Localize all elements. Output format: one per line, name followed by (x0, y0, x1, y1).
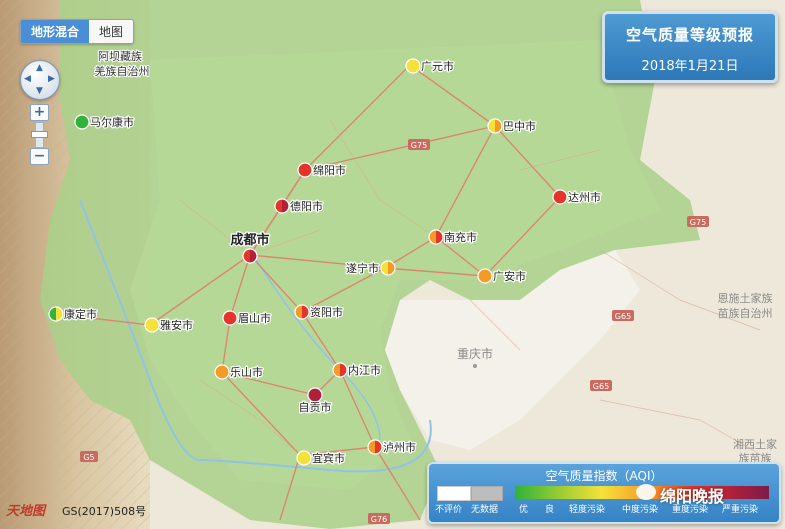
forecast-title: 空气质量等级预报 (625, 26, 754, 44)
region-label-enshi-line1: 恩施土家族 (718, 291, 773, 305)
city-label: 眉山市 (238, 311, 271, 325)
legend-swatch-not-rated (437, 486, 471, 501)
legend-label-light: 轻度污染 (569, 505, 606, 515)
city-label: 内江市 (348, 363, 381, 377)
city-marker[interactable]: 绵阳市 (297, 162, 347, 178)
legend-label-excellent: 优 (519, 505, 529, 515)
forecast-date: 2018年1月21日 (641, 59, 739, 74)
svg-text:G65: G65 (615, 312, 631, 321)
zoom-in-button[interactable]: + (30, 104, 49, 121)
city-label: 绵阳市 (313, 163, 346, 177)
chongqing-marker (473, 364, 477, 368)
legend-swatch-no-data (471, 486, 503, 501)
city-label: 自贡市 (299, 400, 332, 414)
city-label: 遂宁市 (346, 261, 379, 275)
tianditu-logo: 天地图 (6, 504, 46, 519)
city-marker[interactable]: 广安市 (477, 268, 527, 284)
aqi-legend: 空气质量指数（AQI） 不评价 无数据 优 良 轻度污染 中度污染 重度污染 严… (427, 462, 781, 524)
city-marker[interactable]: 康定市 (48, 306, 98, 322)
city-label: 泸州市 (383, 440, 416, 454)
map-type-terrain-button[interactable]: 地形混合 (21, 20, 90, 43)
region-label-aba-line2: 羌族自治州 (95, 64, 150, 78)
zoom-slider-thumb[interactable] (31, 131, 48, 138)
city-label: 乐山市 (230, 365, 263, 379)
legend-title: 空气质量指数（AQI） (545, 469, 663, 483)
pan-control[interactable]: ▲ ▼ ◀ ▶ (20, 60, 60, 100)
city-label: 成都市 (230, 232, 269, 248)
svg-text:G75: G75 (690, 218, 706, 227)
svg-text:G76: G76 (371, 515, 387, 524)
svg-text:G75: G75 (411, 141, 427, 150)
legend-label-good: 良 (545, 505, 555, 515)
city-marker[interactable]: 泸州市 (367, 439, 417, 455)
map-type-toggle: 地形混合 地图 (20, 19, 135, 44)
city-marker[interactable]: 乐山市 (214, 364, 264, 380)
region-label-aba-line1: 阿坝藏族 (98, 49, 142, 63)
city-marker[interactable]: 马尔康市 (74, 114, 135, 130)
pan-down-icon[interactable]: ▼ (36, 87, 43, 96)
city-label: 巴中市 (503, 119, 536, 133)
pan-left-icon[interactable]: ◀ (24, 75, 31, 84)
city-label: 资阳市 (310, 305, 343, 319)
city-label: 康定市 (64, 307, 97, 321)
pan-right-icon[interactable]: ▶ (48, 75, 55, 84)
legend-label-moderate: 中度污染 (622, 505, 659, 515)
city-label: 南充市 (444, 230, 477, 244)
city-marker[interactable]: 内江市 (332, 362, 382, 378)
city-marker[interactable]: 遂宁市 (345, 260, 396, 276)
city-marker[interactable]: 巴中市 (487, 118, 537, 134)
map-copyright: GS(2017)508号 (62, 505, 147, 518)
svg-text:G65: G65 (593, 382, 609, 391)
city-label: 德阳市 (290, 199, 323, 213)
city-label: 广元市 (421, 59, 454, 73)
legend-label-severe: 严重污染 (722, 505, 759, 515)
city-marker[interactable]: 雅安市 (144, 317, 194, 333)
city-label: 宜宾市 (312, 451, 345, 465)
city-marker[interactable]: 宜宾市 (296, 450, 346, 466)
city-marker[interactable]: 广元市 (405, 58, 455, 74)
city-label: 雅安市 (160, 318, 193, 332)
region-label-xiangxi-line1: 湘西土家 (733, 437, 777, 451)
wechat-icon (636, 484, 656, 500)
legend-label-not-rated: 不评价 (435, 505, 463, 515)
forecast-title-panel: 空气质量等级预报 2018年1月21日 (602, 11, 778, 83)
watermark-text: 绵阳晚报 (660, 487, 725, 506)
city-label: 马尔康市 (90, 115, 134, 129)
region-label-chongqing: 重庆市 (457, 346, 493, 361)
svg-text:G5: G5 (83, 453, 94, 462)
city-marker[interactable]: 德阳市 (274, 198, 324, 214)
city-label: 广安市 (493, 269, 526, 283)
city-marker[interactable]: 资阳市 (294, 304, 344, 320)
zoom-out-button[interactable]: − (30, 148, 49, 165)
map-type-map-button[interactable]: 地图 (89, 20, 134, 43)
pan-up-icon[interactable]: ▲ (36, 64, 43, 73)
city-marker[interactable]: 达州市 (552, 189, 602, 205)
legend-label-no-data: 无数据 (471, 505, 499, 515)
city-marker[interactable]: 南充市 (428, 229, 478, 245)
city-marker[interactable]: 眉山市 (222, 310, 272, 326)
city-label: 达州市 (568, 190, 601, 204)
region-label-enshi-line2: 苗族自治州 (718, 306, 773, 320)
